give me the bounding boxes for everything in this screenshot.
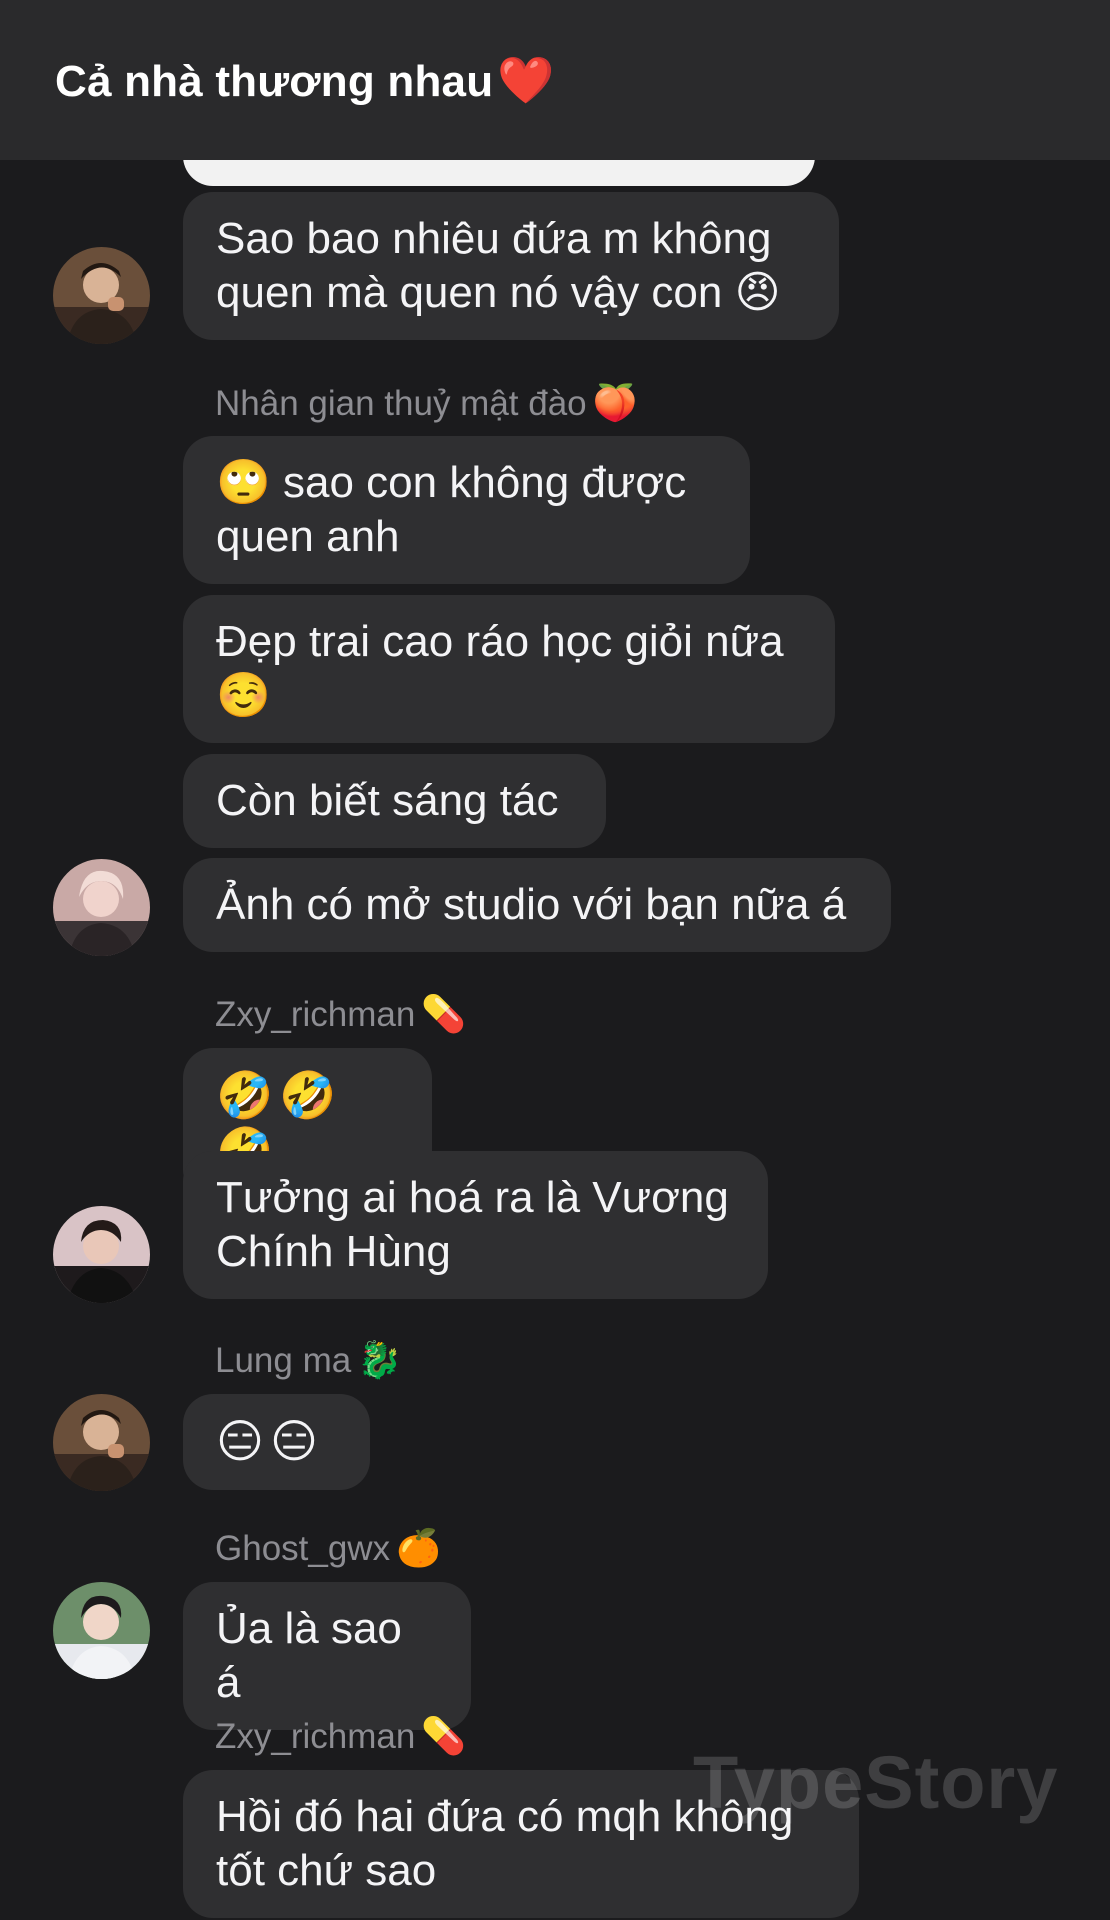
message-text: 😑😑 [216,1415,324,1467]
orange-icon: 🍊 [396,1527,441,1568]
message-text: Sao bao nhiêu đứa m không quen mà quen n… [216,214,781,317]
avatar-user-c[interactable] [53,1206,150,1303]
message-bubble[interactable]: Còn biết sáng tác [183,754,606,848]
sender-name-text: Nhân gian thuỷ mật đào [215,384,587,423]
message-bubble[interactable]: Sao bao nhiêu đứa m không quen mà quen n… [183,192,839,340]
message-bubble[interactable]: Đẹp trai cao ráo học giỏi nữa ☺️ [183,595,835,743]
avatar-user-a[interactable] [53,1394,150,1491]
message-bubble[interactable]: 🙄 sao con không được quen anh [183,436,750,584]
chat-header: Cả nhà thương nhau❤️ [0,0,1110,160]
group-title[interactable]: Cả nhà thương nhau❤️ [55,53,555,108]
message-text: Tưởng ai hoá ra là Vương Chính Hùng [216,1173,729,1276]
sender-name-text: Zxy_richman [215,995,416,1034]
message-text: Ủa là sao á [216,1604,402,1707]
avatar-user-b[interactable] [53,859,150,956]
message-bubble[interactable]: Tưởng ai hoá ra là Vương Chính Hùng [183,1151,768,1299]
sender-name-text: Lung ma [215,1341,352,1380]
heart-icon: ❤️ [497,53,555,106]
sender-name-text: Zxy_richman [215,1717,416,1756]
message-bubble[interactable]: Ảnh có mở studio với bạn nữa á [183,858,891,952]
peach-icon: 🍑 [592,382,638,423]
sender-name: Nhân gian thuỷ mật đào 🍑 [215,383,637,424]
chat-screen: Cả nhà thương nhau❤️ Sao bao nhiêu đứa m… [0,0,1110,1920]
dragon-icon: 🐉 [357,1339,403,1380]
message-bubble[interactable]: Ủa là sao á [183,1582,471,1730]
watermark: TypeStory [693,1741,1059,1824]
message-text: Ảnh có mở studio với bạn nữa á [216,880,847,929]
sender-name: Zxy_richman 💊 [215,1716,466,1757]
pill-icon: 💊 [421,1715,467,1756]
sender-name: Zxy_richman 💊 [215,994,466,1035]
sender-name-text: Ghost_gwx [215,1529,391,1568]
sender-name: Ghost_gwx 🍊 [215,1528,441,1569]
avatar-user-a[interactable] [53,247,150,344]
avatar-user-d[interactable] [53,1582,150,1679]
group-title-text: Cả nhà thương nhau [55,56,494,106]
sender-name: Lung ma 🐉 [215,1340,402,1381]
message-text: Còn biết sáng tác [216,776,559,825]
message-text: 🙄 sao con không được quen anh [216,458,687,561]
message-text: Đẹp trai cao ráo học giỏi nữa ☺️ [216,617,784,720]
pill-icon: 💊 [421,993,467,1034]
message-bubble[interactable]: 😑😑 [183,1394,370,1490]
